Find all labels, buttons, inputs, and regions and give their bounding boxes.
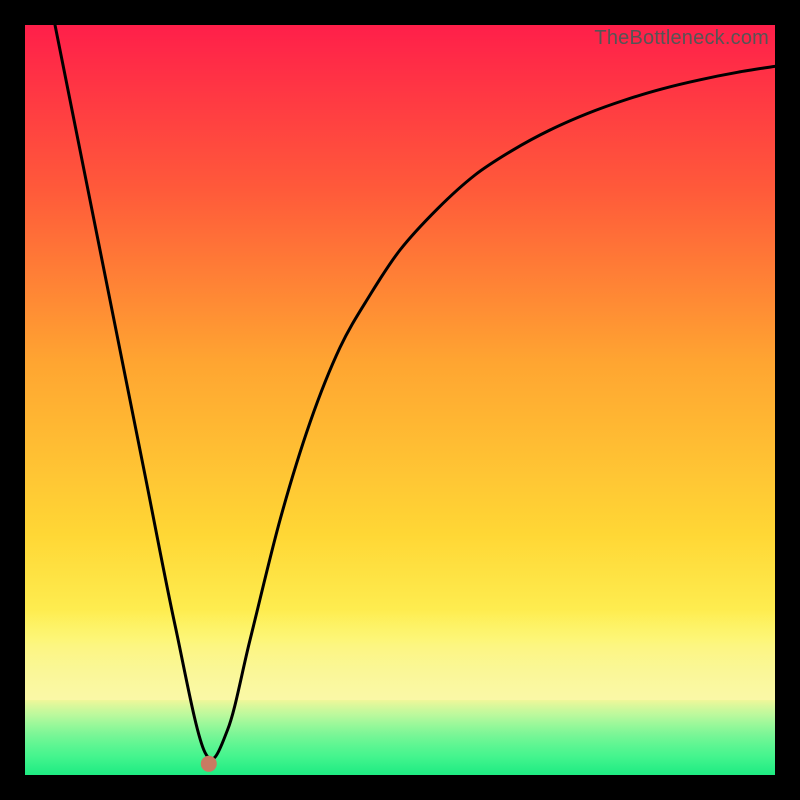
watermark-text: TheBottleneck.com [594, 27, 769, 50]
plot-area: TheBottleneck.com [25, 25, 775, 775]
minimum-marker [201, 756, 217, 772]
bottleneck-curve [55, 25, 775, 759]
curve-layer [25, 25, 775, 775]
chart-frame: TheBottleneck.com [0, 0, 800, 800]
